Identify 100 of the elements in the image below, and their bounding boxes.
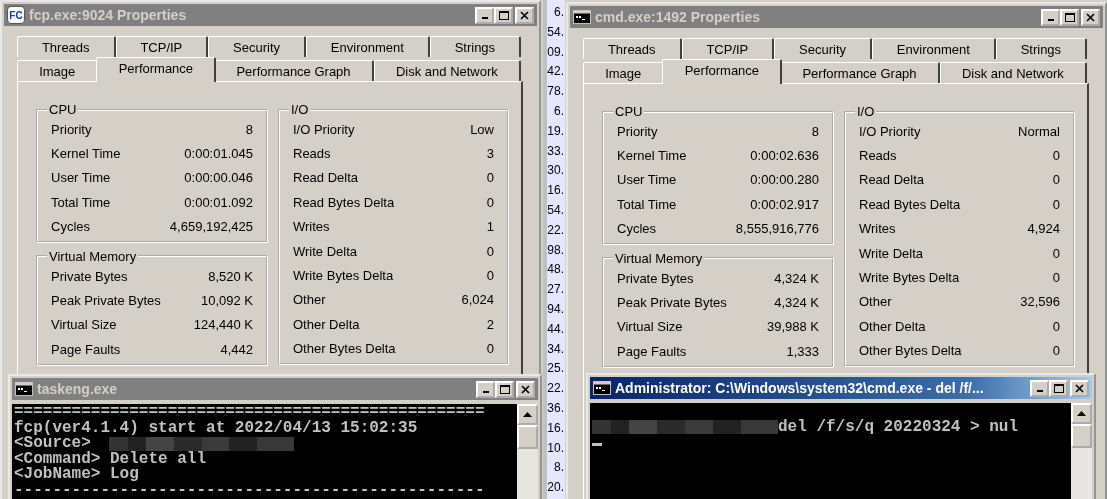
group-title: CPU — [48, 102, 78, 117]
field-value: 0 — [1052, 343, 1060, 359]
group-title: I/O — [290, 102, 310, 117]
maximize-button[interactable] — [1049, 379, 1068, 397]
console-line: <Command> Delete all — [14, 451, 207, 467]
field-value: 0 — [486, 268, 494, 284]
field-label: Reads — [859, 148, 897, 164]
list-value: 54. — [547, 23, 565, 41]
field-value: 8,555,916,776 — [735, 221, 819, 237]
field-value: 0 — [486, 170, 494, 186]
up-arrow-icon — [1077, 411, 1086, 416]
field-label: I/O Priority — [293, 121, 355, 137]
list-value: 36. — [547, 399, 565, 417]
field-label: Other Delta — [293, 316, 360, 332]
close-button[interactable] — [1070, 379, 1089, 397]
field-label: Read Delta — [293, 170, 359, 186]
tab[interactable]: TCP/IP — [115, 36, 209, 57]
field-label: Write Bytes Delta — [859, 270, 960, 286]
console-line: <Source> — [14, 436, 91, 452]
tab[interactable]: Performance — [662, 59, 783, 84]
field-label: Private Bytes — [617, 270, 694, 286]
field-value: 1,333 — [786, 343, 819, 359]
tab[interactable]: Strings — [995, 38, 1087, 59]
list-value: 25. — [547, 360, 565, 378]
list-value: 22. — [547, 221, 565, 239]
minimize-button[interactable] — [1030, 379, 1049, 397]
window-title: fcp.exe:9024 Properties — [29, 7, 188, 23]
tab[interactable]: Disk and Network — [373, 60, 521, 81]
list-value: 8. — [554, 459, 565, 477]
list-value: 19. — [547, 122, 565, 140]
scrollbar-thumb[interactable] — [517, 425, 538, 449]
list-value: 94. — [547, 300, 565, 318]
scroll-up-button[interactable] — [517, 404, 538, 425]
field-label: Other — [293, 292, 326, 308]
field-value: 10,092 K — [200, 293, 253, 309]
field-label: Other Bytes Delta — [859, 343, 962, 359]
scrollbar-thumb[interactable] — [1071, 424, 1092, 448]
list-value: 33. — [547, 142, 565, 160]
field-value: 8 — [245, 121, 253, 137]
console-icon — [593, 381, 611, 395]
tab[interactable]: Security — [208, 36, 306, 57]
field-value: 4,659,192,425 — [169, 219, 253, 235]
console-line: fcp(ver4.1.4) start at 2022/04/13 15:02:35 — [14, 420, 418, 436]
group-title: I/O — [856, 104, 876, 119]
field-label: Total Time — [51, 194, 111, 210]
close-icon — [1086, 12, 1095, 22]
field-label: Priority — [617, 123, 658, 139]
field-label: Read Delta — [859, 172, 925, 188]
list-value: 6. — [554, 103, 565, 120]
field-value: 0 — [1052, 196, 1060, 212]
tab[interactable]: Security — [774, 38, 872, 59]
field-value: 39,988 K — [766, 319, 819, 335]
field-label: Total Time — [617, 196, 677, 212]
tab[interactable]: Performance — [96, 57, 217, 82]
list-value: 6. — [554, 4, 565, 21]
field-label: Write Delta — [859, 245, 924, 261]
field-label: Kernel Time — [51, 146, 121, 162]
tab[interactable]: Image — [17, 60, 99, 81]
field-label: Read Bytes Delta — [859, 196, 961, 212]
app-icon: FC — [7, 6, 25, 24]
group-title: Virtual Memory — [48, 248, 138, 264]
field-value: 0:00:00.280 — [750, 172, 819, 188]
field-label: Priority — [51, 121, 92, 137]
field-label: Other — [859, 294, 892, 310]
field-value: 0:00:00.046 — [184, 170, 253, 186]
tab[interactable]: Performance Graph — [780, 62, 940, 83]
field-label: Writes — [859, 221, 896, 237]
list-value: 16. — [547, 419, 565, 437]
field-value: 0 — [1052, 172, 1060, 188]
tab[interactable]: Environment — [305, 36, 430, 57]
tab[interactable]: Disk and Network — [939, 62, 1087, 83]
field-value: 0 — [1052, 148, 1060, 164]
console-icon — [573, 10, 591, 24]
minimize-icon — [482, 391, 489, 393]
field-value: 8,520 K — [208, 268, 253, 284]
field-label: Peak Private Bytes — [51, 293, 161, 309]
field-label: Writes — [293, 219, 330, 235]
window-title: cmd.exe:1492 Properties — [595, 9, 761, 25]
field-label: Kernel Time — [617, 148, 687, 164]
tab[interactable]: TCP/IP — [681, 38, 775, 59]
tab[interactable]: Strings — [429, 36, 521, 57]
field-value: 124,440 K — [193, 317, 253, 333]
field-label: Peak Private Bytes — [617, 295, 727, 311]
tab[interactable]: Environment — [871, 38, 996, 59]
field-value: Normal — [1018, 123, 1060, 139]
tab[interactable]: Threads — [17, 36, 116, 57]
close-icon — [1075, 383, 1084, 393]
field-value: 0 — [1052, 245, 1060, 261]
field-value: 1 — [486, 219, 494, 235]
tab[interactable]: Image — [583, 62, 665, 83]
field-value: 0:00:02.636 — [750, 148, 819, 164]
field-label: Page Faults — [51, 341, 121, 357]
scroll-up-button[interactable] — [1071, 403, 1092, 424]
maximize-icon — [1064, 12, 1075, 22]
tab[interactable]: Performance Graph — [214, 60, 374, 81]
list-value: 54. — [547, 201, 565, 219]
tab[interactable]: Threads — [583, 38, 682, 59]
field-value: 0 — [486, 243, 494, 259]
maximize-icon — [1053, 383, 1064, 393]
field-value: 6,024 — [461, 292, 494, 308]
